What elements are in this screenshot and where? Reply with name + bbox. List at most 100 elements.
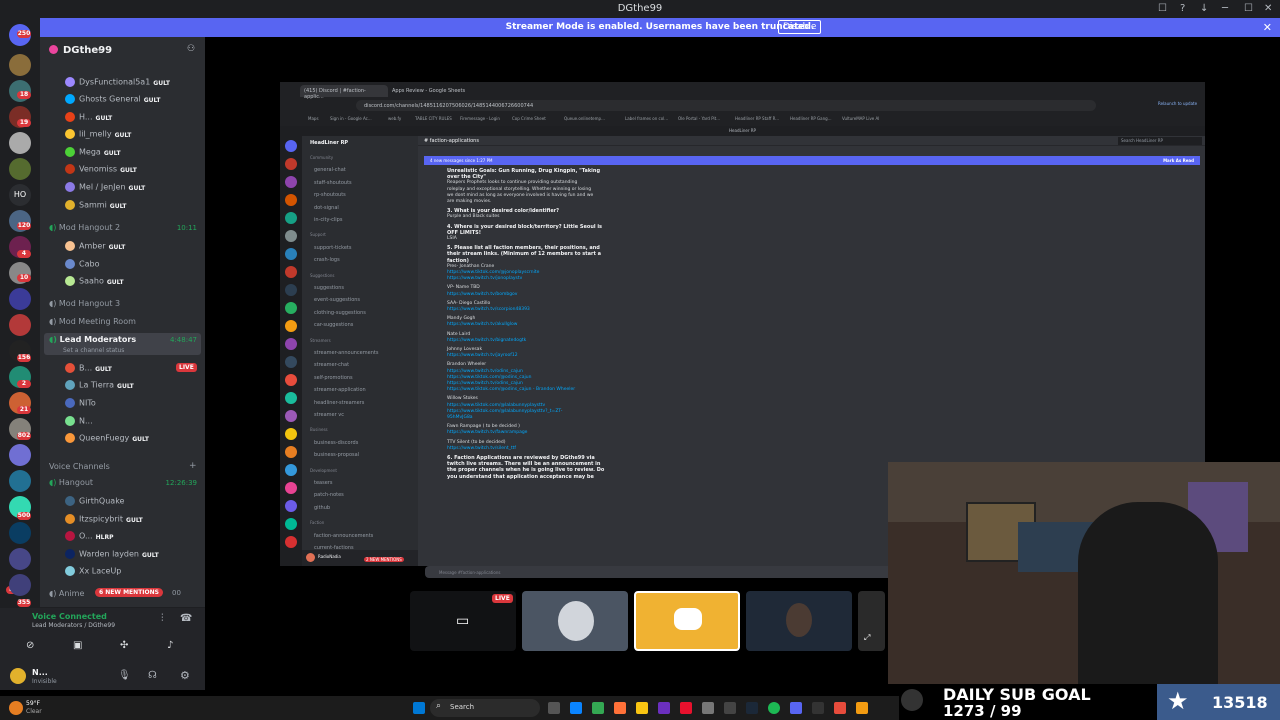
member-name[interactable]: Amber xyxy=(79,242,106,251)
voice-channel-hangout[interactable]: ◖) Hangout xyxy=(49,478,93,487)
message-link[interactable]: https://www.tiktok.com/@odins_cajun xyxy=(447,375,531,380)
member-name[interactable]: lil_melly xyxy=(79,130,112,139)
message-link[interactable]: https://www.twitch.tv/akullglow xyxy=(447,322,517,327)
inner-server-icon[interactable] xyxy=(285,410,297,422)
soundboard-icon[interactable]: ♪ xyxy=(167,640,173,651)
message-link[interactable]: https://www.tiktok.com/@lalabunnyplaystt… xyxy=(447,403,545,408)
microphone-icon[interactable]: 🎙 xyxy=(118,670,131,681)
inner-server-icon[interactable] xyxy=(285,176,297,188)
member-name[interactable]: Warden layden xyxy=(79,550,139,559)
inner-home-icon[interactable] xyxy=(285,140,297,152)
disconnect-icon[interactable]: ☎ xyxy=(180,613,192,624)
message-link[interactable]: https://www.twitch.tv/scorpion48393 xyxy=(447,307,530,312)
message-link[interactable]: https://www.tiktok.com/@odins_cajun - Br… xyxy=(447,387,575,392)
inner-channel-item[interactable]: streamer-application xyxy=(314,387,366,393)
message-link[interactable]: https://www.twitch.tv/jayroof12 xyxy=(447,353,518,358)
voice-channel-meeting-room[interactable]: ◖) Mod Meeting Room xyxy=(49,317,136,326)
member-name[interactable]: N... xyxy=(79,417,93,426)
message-link[interactable]: https://www.twitch.tv/odins_cajun xyxy=(447,381,523,386)
bookmark[interactable]: Queue.onlinetemp... xyxy=(564,116,605,121)
steam-icon[interactable] xyxy=(746,702,758,714)
inner-server-icon[interactable] xyxy=(285,284,297,296)
voice-channel-lead-moderators[interactable]: ◖) Lead Moderators xyxy=(49,335,136,344)
inner-channel-item[interactable]: faction-announcements xyxy=(314,533,373,539)
relaunch-button[interactable]: Relaunch to update xyxy=(1158,101,1197,106)
member-name[interactable]: GirthQuake xyxy=(79,497,124,506)
inner-server-icon[interactable] xyxy=(285,536,297,548)
channel-status[interactable]: Set a channel status xyxy=(63,347,124,354)
maximize-button[interactable]: ☐ xyxy=(1244,3,1253,14)
firefox-icon[interactable] xyxy=(614,702,626,714)
adobe-icon[interactable] xyxy=(680,702,692,714)
inner-server-icon[interactable] xyxy=(285,518,297,530)
message-link[interactable]: 95hMvJG8a xyxy=(447,415,473,420)
member-name[interactable]: La Tierra xyxy=(79,381,114,390)
inner-server-icon[interactable] xyxy=(285,194,297,206)
inner-server-icon[interactable] xyxy=(285,374,297,386)
inner-channel-item[interactable]: crash-logs xyxy=(314,257,340,263)
chrome-icon[interactable] xyxy=(592,702,604,714)
spotify-icon[interactable] xyxy=(768,702,780,714)
bookmark[interactable]: Maps xyxy=(308,116,319,121)
inner-channel-item[interactable]: general-chat xyxy=(314,167,346,173)
inner-server-icon[interactable] xyxy=(285,428,297,440)
inner-server-icon[interactable] xyxy=(285,212,297,224)
voice-channel-mod-hangout-2[interactable]: ◖) Mod Hangout 2 xyxy=(49,223,120,232)
activities-icon[interactable]: ✣ xyxy=(120,640,128,651)
inner-server-icon[interactable] xyxy=(285,482,297,494)
noise-suppression-icon[interactable]: ⫶ xyxy=(161,613,164,624)
voice-status[interactable]: Voice Connected xyxy=(32,612,107,621)
inner-channel-item[interactable]: suggestions xyxy=(314,285,344,291)
inner-channel-category[interactable]: Business xyxy=(310,427,328,432)
server-icon[interactable] xyxy=(9,548,31,570)
inner-mentions-pill[interactable]: 2 NEW MENTIONS xyxy=(364,557,404,562)
inner-channel-category[interactable]: Faction xyxy=(310,520,324,525)
username[interactable]: N... xyxy=(32,668,48,677)
inner-channel-item[interactable]: dot-signal xyxy=(314,205,339,211)
server-icon[interactable] xyxy=(9,288,31,310)
inner-server-icon[interactable] xyxy=(285,356,297,368)
inner-server-icon[interactable] xyxy=(285,338,297,350)
member-name[interactable]: NITo xyxy=(79,399,96,408)
address-bar[interactable]: discord.com/channels/1485116207506026/14… xyxy=(356,100,1096,111)
inner-channel-item[interactable]: support-tickets xyxy=(314,245,351,251)
help-icon[interactable]: ? xyxy=(1180,3,1185,14)
server-icon[interactable] xyxy=(9,314,31,336)
inner-channel-item[interactable]: rp-shoutouts xyxy=(314,192,346,198)
inner-server-icon[interactable] xyxy=(285,248,297,260)
close-button[interactable]: ✕ xyxy=(1264,3,1272,14)
settings-gear-icon[interactable]: ⚙ xyxy=(180,669,190,682)
member-name[interactable]: QueenFuegy xyxy=(79,434,129,443)
member-name[interactable]: Mega xyxy=(79,148,101,157)
discord-icon[interactable] xyxy=(790,702,802,714)
member-name[interactable]: Cabo xyxy=(79,260,99,269)
voice-channel-anime[interactable]: ◖) Anime xyxy=(49,589,84,598)
edge-icon[interactable] xyxy=(570,702,582,714)
server-icon[interactable] xyxy=(9,54,31,76)
message-link[interactable]: https://www.twitch.tv/fawnrampage xyxy=(447,430,527,435)
bookmark[interactable]: Firemessage - Login xyxy=(460,116,500,121)
member-name[interactable]: Ghosts General xyxy=(79,95,141,104)
message-link[interactable]: https://www.tiktok.com/@jonoplayscrnite xyxy=(447,270,539,275)
app-icon[interactable] xyxy=(658,702,670,714)
inner-channel-item[interactable]: business-proposal xyxy=(314,452,359,458)
inner-username[interactable]: RadioNadia xyxy=(318,554,341,559)
bookmark[interactable]: Headliner RP Gang... xyxy=(790,116,832,121)
server-icon[interactable] xyxy=(9,522,31,544)
stream-thumbnail-active[interactable] xyxy=(634,591,740,651)
minimize-button[interactable]: ─ xyxy=(1222,3,1228,14)
member-name[interactable]: Xx LaceUp xyxy=(79,567,121,576)
stream-thumbnail[interactable]: ▭ LIVE xyxy=(410,591,516,651)
bookmark[interactable]: Cop Crime Sheet xyxy=(512,116,546,121)
message-link[interactable]: https://www.tiktok.com/@lalabunnyplaystt… xyxy=(447,409,562,414)
app-icon[interactable] xyxy=(856,702,868,714)
user-avatar[interactable] xyxy=(10,668,26,684)
new-messages-bar[interactable]: 4 new messages since 1:27 PM Mark As Rea… xyxy=(424,156,1200,165)
download-icon[interactable]: ↓ xyxy=(1200,3,1208,14)
voice-channel-mod-hangout-3[interactable]: ◖) Mod Hangout 3 xyxy=(49,299,120,308)
file-explorer-icon[interactable] xyxy=(636,702,648,714)
message-link[interactable]: https://www.twitch.tv/bignatedogtk xyxy=(447,338,526,343)
server-name[interactable]: DGthe99 xyxy=(63,45,112,56)
inner-channel-item[interactable]: streamer-announcements xyxy=(314,350,378,356)
bookmark[interactable]: Label frames on col... xyxy=(625,116,668,121)
